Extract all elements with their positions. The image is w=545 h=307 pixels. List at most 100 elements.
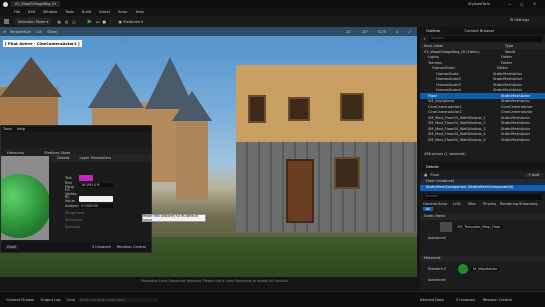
outliner-row-label: HumanScale3	[436, 82, 461, 87]
float-menu-tools[interactable]: Tools	[3, 127, 12, 131]
details-tab[interactable]: Details	[57, 156, 69, 160]
cinematics-icon[interactable]: ◫	[72, 20, 75, 24]
outliner-row[interactable]: CineCameraActor1 CineCameraActor	[420, 104, 545, 110]
filter-physics[interactable]: Physics	[483, 202, 499, 206]
advanced-toggle[interactable]: Advanced	[420, 236, 545, 242]
angle-snap-value[interactable]: 10°	[362, 30, 368, 34]
revision-control-button[interactable]: Revision Control	[483, 298, 512, 302]
layer-params-tab[interactable]: Layer Parameters	[79, 156, 111, 160]
outliner-row-label: Terrains	[428, 60, 443, 65]
preview-sphere	[1, 156, 49, 240]
details-panel: Details ▣ Floor + Add Floor (Instance) S…	[420, 163, 545, 290]
filter-misc[interactable]: Misc	[468, 202, 482, 206]
filter-streaming[interactable]: Streaming	[519, 202, 538, 206]
outliner-row[interactable]: SM_Mod_Floor04_WallWindow_1 StaticMeshAct…	[420, 115, 545, 121]
content-icon[interactable]: ▦	[57, 20, 60, 24]
show-button[interactable]: Show	[47, 30, 57, 34]
close-button[interactable]: ✕	[533, 2, 536, 6]
content-browser-tab[interactable]: Content Browser	[464, 29, 494, 33]
outliner-row-type: StaticMeshActor	[493, 77, 523, 82]
output-log-button[interactable]: Output Log	[41, 298, 61, 302]
lit-button[interactable]: Lit	[37, 30, 41, 34]
filter-actor[interactable]: Actor	[438, 202, 452, 206]
outliner-search-input[interactable]: Search...	[429, 36, 542, 42]
col-item-label[interactable]: Item Label	[420, 44, 505, 48]
outliner-row[interactable]: SM_Mod_Floor04_WallWindow_2 StaticMeshAct…	[420, 121, 545, 127]
menu-edit[interactable]: Edit	[28, 10, 35, 14]
details-tab-main[interactable]: Details	[426, 165, 438, 169]
grid-snap-value[interactable]: 10	[346, 30, 351, 34]
content-drawer-button[interactable]: Content Drawer	[6, 298, 35, 302]
minimize-button[interactable]: —	[508, 2, 512, 6]
outliner-row[interactable]: CineCameraActor2 CineCameraActor	[420, 110, 545, 116]
menu-select[interactable]: Select	[99, 10, 110, 14]
tint-swatch[interactable]	[79, 174, 93, 181]
float-revision[interactable]: Revision Control	[117, 245, 146, 249]
outliner-row-label: SM_Mod_Floor04_WallWindow_3	[428, 126, 486, 131]
selection-mode-dropdown[interactable]: Selection Mode ▾	[15, 18, 52, 25]
col-type[interactable]: Type	[505, 44, 513, 48]
menu-build[interactable]: Build	[82, 10, 91, 14]
gear-icon: ⚙	[510, 18, 514, 22]
door	[286, 159, 314, 223]
component-row[interactable]: StaticMeshComponent (StaticMeshComponent…	[420, 185, 545, 191]
more-options-icon[interactable]: ⋮	[109, 20, 113, 24]
pilot-active-label[interactable]: [ Pilot Active - CineCameraActor1 ]	[3, 40, 82, 47]
blueprint-icon[interactable]: ▤	[65, 20, 68, 24]
outliner-tab[interactable]: Outliner	[426, 29, 440, 33]
float-unsaved[interactable]: 3 Unsaved	[92, 245, 111, 249]
outliner-row[interactable]: SM_Mod_Floor04_WallWindow_5 StaticMeshAct…	[420, 137, 545, 143]
camera-speed-value[interactable]: 4	[396, 30, 398, 34]
param-value[interactable]: 16.0914 ft	[79, 182, 113, 187]
add-component-button[interactable]: + Add	[524, 172, 542, 177]
save-icon[interactable]	[4, 19, 9, 24]
param-name: Ambient	[65, 203, 81, 208]
outliner-row-label: CineCameraActor1	[428, 104, 462, 109]
static-mesh-value[interactable]: SM_Template_Map_Floor	[455, 225, 503, 229]
status-bar: Content Drawer Output Log Cmd Enter Cons…	[0, 291, 545, 307]
advanced-toggle-2[interactable]: Advanced	[420, 278, 545, 284]
menu-actor[interactable]: Actor	[118, 10, 127, 14]
param-value[interactable]: 0.000000	[79, 203, 113, 208]
maximize-button[interactable]: □	[520, 2, 523, 6]
unsaved-count[interactable]: 3 Unsaved	[456, 298, 475, 302]
outliner-row[interactable]: SM_Mod_Floor04_WallWindow_3 StaticMeshAct…	[420, 126, 545, 132]
platforms-dropdown[interactable]: ▣ Platforms ▾	[119, 20, 144, 24]
outliner-row[interactable]: Floor StaticMeshActor	[420, 93, 545, 99]
play-options-icon[interactable]: ⏭	[96, 20, 99, 24]
menu-help[interactable]: Help	[136, 10, 144, 14]
viewport-message: Revelation Level Sequencer detected. Ple…	[141, 279, 289, 283]
filter-lod[interactable]: LOD	[453, 202, 467, 206]
derived-data-button[interactable]: Derived Data	[420, 298, 444, 302]
float-bottom-left[interactable]: Grad	[5, 245, 18, 249]
menu-window[interactable]: Window	[43, 10, 57, 14]
hierarchy-tab[interactable]: Hierarchy	[7, 151, 24, 155]
settings-button[interactable]: ⚙ Settings	[510, 18, 529, 22]
rc-swatch[interactable]	[79, 195, 113, 202]
console-input[interactable]: Enter Console Command	[77, 297, 158, 302]
cmd-dropdown[interactable]: Cmd	[67, 298, 75, 302]
filter-general[interactable]: General	[423, 202, 437, 206]
platforms-label: Platforms	[123, 19, 141, 24]
viewport-menu-icon[interactable]: ≡	[3, 30, 6, 34]
perspective-button[interactable]: Perspective	[10, 30, 31, 34]
param-row: Ambient 0.000000	[53, 202, 149, 209]
outliner-row[interactable]: SM_SkySphere StaticMeshActor	[420, 99, 545, 105]
maximize-viewport-icon[interactable]: ⤢	[408, 30, 411, 34]
scale-snap-value[interactable]: 0.25	[378, 30, 386, 34]
outliner-row-type: StaticMeshActor	[501, 93, 531, 98]
outliner-row[interactable]: SM_Mod_Floor04_WallWindow_4 StaticMeshAct…	[420, 132, 545, 138]
filter-all[interactable]: All	[423, 207, 433, 211]
add-filter-icon[interactable]: +	[423, 37, 426, 41]
outliner-row-type: StaticMeshActor	[493, 82, 523, 87]
element0-value[interactable]: M_Vegetation	[471, 267, 500, 271]
menu-file[interactable]: File	[14, 10, 20, 14]
stop-button[interactable]: ■	[103, 20, 106, 24]
details-search-input[interactable]: Search	[423, 194, 542, 200]
filter-rendering[interactable]: Rendering	[500, 202, 518, 206]
outliner-row-type: StaticMeshActor	[501, 115, 531, 120]
menu-tools[interactable]: Tools	[65, 10, 74, 14]
play-button[interactable]: ▶	[88, 18, 93, 25]
float-menu-help[interactable]: Help	[17, 127, 25, 131]
outliner-row-type: CineCameraActor	[501, 104, 533, 109]
